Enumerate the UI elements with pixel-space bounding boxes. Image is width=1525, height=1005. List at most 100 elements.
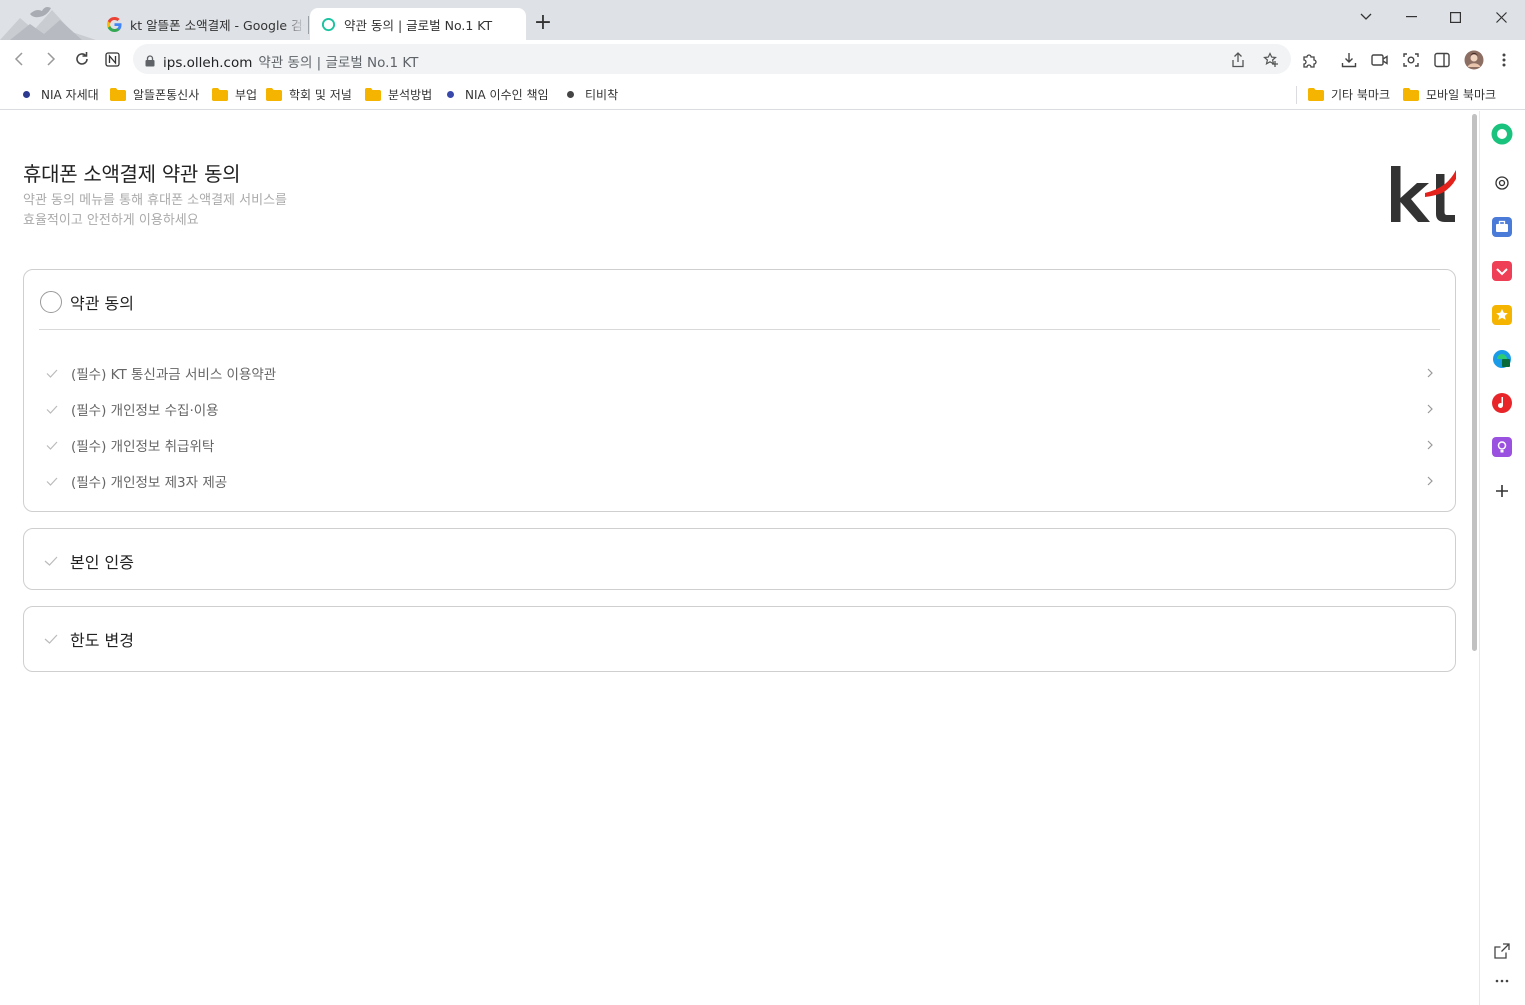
download-icon[interactable] <box>1339 50 1359 70</box>
chevron-right-icon[interactable] <box>1423 367 1433 379</box>
bookmark-label: NIA 이수인 책임 <box>465 87 549 102</box>
lock-icon[interactable] <box>145 52 155 71</box>
bookmark-nia-lee[interactable]: NIA 이수인 책임 <box>447 85 549 103</box>
page-content: 휴대폰 소액결제 약관 동의 약관 동의 메뉴를 통해 휴대폰 소액결제 서비스… <box>0 111 1470 1005</box>
close-window-icon[interactable] <box>1486 6 1516 28</box>
url-domain: ips.olleh.com <box>163 55 253 71</box>
page-title: 휴대폰 소액결제 약관 동의 <box>23 162 241 186</box>
chevron-right-icon[interactable] <box>1423 439 1433 451</box>
bookmark-folder-side-job[interactable]: 부업 <box>212 85 257 103</box>
term-item-kt-billing[interactable]: (필수) KT 통신과금 서비스 이용약관 <box>46 362 1433 384</box>
new-tab-plus-icon[interactable]: + <box>532 12 554 34</box>
folder-icon <box>365 87 381 101</box>
minimize-icon[interactable] <box>1396 6 1426 28</box>
term-item-personal-info-entrust[interactable]: (필수) 개인정보 취급위탁 <box>46 434 1433 456</box>
share-icon[interactable] <box>1228 50 1248 70</box>
agree-all-radio[interactable] <box>40 291 62 313</box>
bookmark-label: 알뜰폰통신사 <box>133 87 200 102</box>
briefcase-icon[interactable] <box>1491 216 1513 238</box>
tab-title: kt 알뜰폰 소액결제 - Google 검색 <box>130 17 305 33</box>
checkmark-icon[interactable] <box>46 366 60 380</box>
kt-logo <box>1391 166 1456 222</box>
add-sidebar-app-icon[interactable] <box>1491 480 1513 502</box>
tab-google-search[interactable]: kt 알뜰폰 소액결제 - Google 검색 <box>96 8 308 40</box>
bookmark-separator <box>1296 86 1297 104</box>
bookmark-folder-methods[interactable]: 분석방법 <box>365 85 432 103</box>
bookmark-star-icon[interactable] <box>1262 50 1282 70</box>
bookmark-folder-mobile[interactable]: 모바일 북마크 <box>1403 85 1496 103</box>
kt-ring-icon <box>320 16 336 32</box>
address-bar[interactable]: ips.olleh.com 약관 동의 | 글로벌 No.1 KT <box>133 44 1291 74</box>
bookmark-folder-mvno[interactable]: 알뜰폰통신사 <box>110 85 199 103</box>
identity-verification-section[interactable]: 본인 인증 <box>23 528 1456 590</box>
browser-titlebar: kt 알뜰폰 소액결제 - Google 검색 약관 동의 | 글로벌 No.1… <box>0 0 1525 40</box>
screenshot-capture-icon[interactable] <box>1401 50 1421 70</box>
folder-icon <box>212 87 228 101</box>
bookmarks-bar: NIA 자세대 알뜰폰통신사 부업 학회 및 저널 분석방법 NIA 이수인 책… <box>0 78 1525 110</box>
term-label: (필수) KT 통신과금 서비스 이용약관 <box>71 367 277 383</box>
term-item-personal-info-collect[interactable]: (필수) 개인정보 수집·이용 <box>46 398 1433 420</box>
terms-agreement-section: 약관 동의 (필수) KT 통신과금 서비스 이용약관 (필수) 개인정보 수집… <box>23 269 1456 512</box>
edge-drop-icon[interactable] <box>1491 348 1513 370</box>
page-subtitle: 약관 동의 메뉴를 통해 휴대폰 소액결제 서비스를 효율적이고 안전하게 이용… <box>23 191 287 231</box>
terms-section-heading: 약관 동의 <box>70 294 134 313</box>
terms-agree-all[interactable]: 약관 동의 <box>40 290 134 314</box>
chevron-right-icon[interactable] <box>1423 403 1433 415</box>
bookmark-label: 학회 및 저널 <box>289 87 352 102</box>
google-icon <box>106 16 122 32</box>
bookmark-folder-journals[interactable]: 학회 및 저널 <box>266 85 352 103</box>
notion-icon[interactable] <box>101 48 123 70</box>
tab-title: 약관 동의 | 글로벌 No.1 KT <box>344 17 493 33</box>
url-page-title: 약관 동의 | 글로벌 No.1 KT <box>258 55 419 71</box>
bookmark-tv[interactable]: 티비착 <box>567 85 618 103</box>
term-label: (필수) 개인정보 수집·이용 <box>71 403 219 419</box>
music-app-icon[interactable] <box>1491 392 1513 414</box>
folder-icon <box>266 87 282 101</box>
limit-change-heading: 한도 변경 <box>70 631 134 650</box>
lightbulb-app-icon[interactable] <box>1491 436 1513 458</box>
browser-menu-icon[interactable] <box>1494 50 1514 70</box>
term-item-third-party[interactable]: (필수) 개인정보 제3자 제공 <box>46 470 1433 492</box>
pocket-icon[interactable] <box>1491 260 1513 282</box>
folder-icon <box>1308 87 1324 101</box>
open-external-icon[interactable] <box>1491 940 1513 962</box>
section-divider <box>39 329 1440 330</box>
bookmark-dot-icon <box>567 90 574 98</box>
profile-avatar[interactable] <box>1464 50 1484 70</box>
term-label: (필수) 개인정보 취급위탁 <box>71 439 215 455</box>
tab-strip-theme-art <box>0 0 96 40</box>
chevron-right-icon[interactable] <box>1423 475 1433 487</box>
bookmark-label: 부업 <box>235 87 258 102</box>
checkmark-icon <box>40 628 62 650</box>
limit-change-header[interactable]: 한도 변경 <box>40 627 134 651</box>
bookmark-label: 모바일 북마크 <box>1426 87 1497 102</box>
back-icon[interactable] <box>8 48 30 70</box>
reload-icon[interactable] <box>71 48 93 70</box>
browser-toolbar: ips.olleh.com 약관 동의 | 글로벌 No.1 KT <box>0 40 1525 78</box>
chatgpt-icon[interactable] <box>1491 172 1513 194</box>
bookmark-folder-other[interactable]: 기타 북마크 <box>1308 85 1390 103</box>
green-circle-app-icon[interactable] <box>1491 123 1513 145</box>
page-scrollbar-thumb[interactable] <box>1472 114 1477 651</box>
tab-search-chevron-icon[interactable] <box>1351 6 1381 28</box>
bookmark-dot-icon <box>447 90 454 98</box>
folder-icon <box>1403 87 1419 101</box>
checkmark-icon <box>40 550 62 572</box>
extensions-puzzle-icon[interactable] <box>1300 50 1320 70</box>
checkmark-icon[interactable] <box>46 474 60 488</box>
edge-sidebar <box>1479 111 1525 1005</box>
maximize-icon[interactable] <box>1440 6 1470 28</box>
tab-kt-terms[interactable]: 약관 동의 | 글로벌 No.1 KT <box>310 8 526 40</box>
page-subtitle-line-1: 약관 동의 메뉴를 통해 휴대폰 소액결제 서비스를 <box>23 193 287 208</box>
bookmark-nia-next-gen[interactable]: NIA 자세대 <box>23 85 99 103</box>
identity-verification-header[interactable]: 본인 인증 <box>40 549 134 573</box>
limit-change-section[interactable]: 한도 변경 <box>23 606 1456 672</box>
more-options-icon[interactable] <box>1491 970 1513 992</box>
checkmark-icon[interactable] <box>46 438 60 452</box>
bookmark-label: 티비착 <box>585 87 619 102</box>
checkmark-icon[interactable] <box>46 402 60 416</box>
side-panel-icon[interactable] <box>1432 50 1452 70</box>
screen-record-icon[interactable] <box>1370 50 1390 70</box>
forward-icon[interactable] <box>40 48 62 70</box>
favorites-star-icon[interactable] <box>1491 304 1513 326</box>
